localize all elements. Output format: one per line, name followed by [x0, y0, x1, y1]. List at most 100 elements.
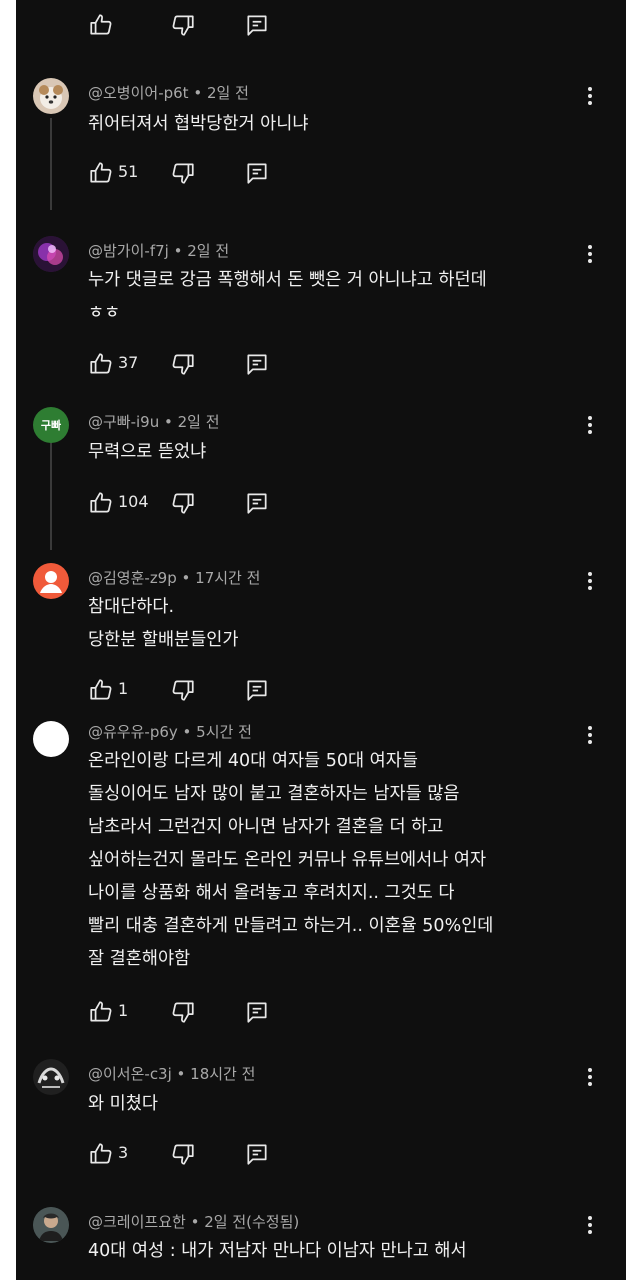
comment-line: 와 미쳤다: [88, 1094, 158, 1114]
like-count: 104: [118, 492, 149, 511]
avatar[interactable]: [33, 236, 69, 272]
comment-meta: @구빠-i9u • 2일 전: [88, 411, 220, 432]
reply-icon[interactable]: [244, 160, 270, 186]
comment-text: 40대 여성 : 내가 저남자 만나다 이남자 만나고 해서: [88, 1235, 467, 1268]
meta-separator: •: [176, 569, 196, 587]
like-count: 1: [118, 679, 129, 698]
thumb-down-icon[interactable]: [170, 160, 196, 186]
thumb-up-icon[interactable]: [88, 677, 114, 703]
comment-line: 40대 여성 : 내가 저남자 만나다 이남자 만나고 해서: [88, 1241, 467, 1261]
avatar[interactable]: [33, 78, 69, 114]
comment-time[interactable]: 2일 전: [178, 413, 220, 431]
comment-time[interactable]: 2일 전: [207, 84, 249, 102]
comment-line: 나이를 상품화 해서 올려놓고 후려치지.. 그것도 다: [88, 883, 455, 903]
comment-author[interactable]: @밤가이-f7j: [88, 242, 169, 260]
more-vert-icon[interactable]: [582, 1065, 598, 1089]
comment-line: ㅎㅎ: [88, 303, 121, 323]
avatar[interactable]: [33, 563, 69, 599]
reply-icon[interactable]: [244, 490, 270, 516]
reply-icon[interactable]: [244, 999, 270, 1025]
thumb-down-icon[interactable]: [170, 677, 196, 703]
comment-actions: [88, 12, 288, 38]
thumb-down-icon[interactable]: [170, 351, 196, 377]
comment-actions: 51: [88, 160, 288, 186]
avatar[interactable]: [33, 1059, 69, 1095]
comment-meta: @이서온-c3j • 18시간 전: [88, 1063, 255, 1084]
avatar-initials: 구빠: [40, 419, 62, 432]
comment-meta: @유우유-p6y • 5시간 전: [88, 721, 252, 742]
thumb-up-icon[interactable]: [88, 12, 114, 38]
thumb-up-icon[interactable]: [88, 1141, 114, 1167]
comment-author[interactable]: @구빠-i9u: [88, 413, 159, 431]
comment-meta: @김영훈-z9p • 17시간 전: [88, 567, 260, 588]
reply-icon[interactable]: [244, 12, 270, 38]
more-vert-icon[interactable]: [582, 723, 598, 747]
comment-actions: 1: [88, 999, 288, 1025]
meta-separator: •: [159, 413, 178, 431]
thumb-down-icon[interactable]: [170, 12, 196, 38]
like-count: 51: [118, 162, 139, 181]
thumb-up-icon[interactable]: [88, 351, 114, 377]
comment-author[interactable]: @크레이프요한: [88, 1213, 186, 1231]
more-vert-icon[interactable]: [582, 1213, 598, 1237]
thread-line: [50, 440, 52, 550]
comment-text: 와 미쳤다: [88, 1088, 158, 1121]
thumb-down-icon[interactable]: [170, 490, 196, 516]
more-vert-icon[interactable]: [582, 242, 598, 266]
comment-author[interactable]: @유우유-p6y: [88, 723, 178, 741]
comment-actions: 1: [88, 677, 288, 703]
meta-separator: •: [177, 723, 197, 741]
thumb-down-icon[interactable]: [170, 1141, 196, 1167]
avatar[interactable]: 구빠: [33, 407, 69, 443]
comment-line: 당한분 할배분들인가: [88, 630, 239, 650]
meta-separator: •: [168, 242, 188, 260]
more-vert-icon[interactable]: [582, 84, 598, 108]
like-count: 1: [118, 1001, 129, 1020]
comment-text: 무력으로 뜯었냐: [88, 436, 206, 469]
comment-line: 싶어하는건지 몰라도 온라인 커뮤나 유튜브에서나 여자: [88, 850, 487, 870]
comment-time[interactable]: 17시간 전: [195, 569, 260, 587]
comment-line: 참대단하다.: [88, 597, 175, 617]
comment-line: 돌싱이어도 남자 많이 붙고 결혼하자는 남자들 많음: [88, 784, 460, 804]
comment-time[interactable]: 2일 전: [187, 242, 229, 260]
comment-author[interactable]: @이서온-c3j: [88, 1065, 172, 1083]
comment-time[interactable]: 18시간 전: [190, 1065, 255, 1083]
comment-text: 온라인이랑 다르게 40대 여자들 50대 여자들 돌싱이어도 남자 많이 붙고…: [88, 745, 493, 976]
more-vert-icon[interactable]: [582, 569, 598, 593]
comment-meta: @크레이프요한 • 2일 전(수정됨): [88, 1211, 299, 1232]
thread-line: [50, 118, 52, 210]
comment-time[interactable]: 5시간 전: [196, 723, 252, 741]
comment-meta: @오병이어-p6t • 2일 전: [88, 82, 249, 103]
comment-line: 남초라서 그런건지 아니면 남자가 결혼을 더 하고: [88, 817, 444, 837]
comment-meta: @밤가이-f7j • 2일 전: [88, 240, 229, 261]
comment-line: 무력으로 뜯었냐: [88, 442, 207, 462]
avatar[interactable]: [33, 1207, 69, 1243]
comment-text: 쥐어터져서 협박당한거 아니냐: [88, 108, 308, 141]
thumb-up-icon[interactable]: [88, 160, 114, 186]
like-count: 37: [118, 353, 139, 372]
meta-separator: •: [185, 1213, 205, 1231]
meta-separator: •: [171, 1065, 191, 1083]
avatar[interactable]: [33, 721, 69, 757]
meta-separator: •: [188, 84, 207, 102]
like-count: 3: [118, 1143, 129, 1162]
comment-author[interactable]: @김영훈-z9p: [88, 569, 177, 587]
comments-panel: @오병이어-p6t • 2일 전 쥐어터져서 협박당한거 아니냐 51 @밤가이…: [16, 0, 626, 1280]
comment-actions: 104: [88, 490, 288, 516]
comment-line: 빨리 대충 결혼하게 만들려고 하는거.. 이혼율 50%인데: [88, 916, 494, 936]
comment-text: 누가 댓글로 강금 폭행해서 돈 뺏은 거 아니냐고 하던데 ㅎㅎ: [88, 264, 487, 330]
thumb-up-icon[interactable]: [88, 999, 114, 1025]
comment-line: 온라인이랑 다르게 40대 여자들 50대 여자들: [88, 751, 418, 771]
thumb-up-icon[interactable]: [88, 490, 114, 516]
more-vert-icon[interactable]: [582, 413, 598, 437]
comment-line: 누가 댓글로 강금 폭행해서 돈 뺏은 거 아니냐고 하던데: [88, 270, 487, 290]
comment-line: 잘 결혼해야함: [88, 949, 191, 969]
comment-time[interactable]: 2일 전(수정됨): [204, 1213, 299, 1231]
reply-icon[interactable]: [244, 1141, 270, 1167]
comment-actions: 3: [88, 1141, 288, 1167]
comment-author[interactable]: @오병이어-p6t: [88, 84, 189, 102]
reply-icon[interactable]: [244, 351, 270, 377]
reply-icon[interactable]: [244, 677, 270, 703]
thumb-down-icon[interactable]: [170, 999, 196, 1025]
comment-actions: 37: [88, 351, 288, 377]
